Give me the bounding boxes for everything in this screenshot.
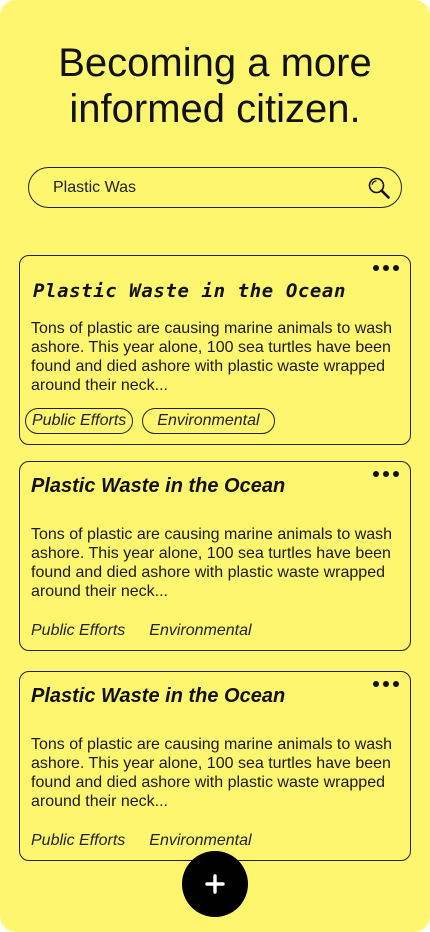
search-icon[interactable] xyxy=(367,176,391,200)
tag-list: Public Efforts Environmental xyxy=(31,832,252,850)
article-title: Plastic Waste in the Ocean xyxy=(33,280,347,302)
tag-label[interactable]: Environmental xyxy=(149,832,251,850)
add-article-button[interactable] xyxy=(182,851,248,917)
page-title: Becoming a more informed citizen. xyxy=(0,40,430,132)
article-summary: Tons of plastic are causing marine anima… xyxy=(31,736,393,810)
tag-list: Public Efforts Environmental xyxy=(31,622,252,640)
tag-label[interactable]: Public Efforts xyxy=(31,832,125,850)
tag-label[interactable]: Environmental xyxy=(149,622,251,640)
app-screen: Becoming a more informed citizen. Plasti… xyxy=(0,0,430,932)
more-dots-icon[interactable] xyxy=(373,264,399,272)
more-dots-icon[interactable] xyxy=(373,470,399,478)
search-input[interactable] xyxy=(53,168,353,207)
article-summary: Tons of plastic are causing marine anima… xyxy=(31,526,393,600)
article-title: Plastic Waste in the Ocean xyxy=(31,475,286,497)
article-card[interactable]: Plastic Waste in the Ocean Tons of plast… xyxy=(19,255,411,445)
tag-label[interactable]: Public Efforts xyxy=(31,622,125,640)
plus-icon xyxy=(205,874,225,894)
tag-list: Public Efforts Environmental xyxy=(25,408,275,434)
search-bar xyxy=(28,167,402,208)
tag-chip[interactable]: Public Efforts xyxy=(25,408,134,434)
article-card[interactable]: Plastic Waste in the Ocean Tons of plast… xyxy=(19,671,411,861)
article-card[interactable]: Plastic Waste in the Ocean Tons of plast… xyxy=(19,461,411,651)
tag-chip[interactable]: Environmental xyxy=(142,408,275,434)
page-title-line-2: informed citizen. xyxy=(69,87,361,131)
more-dots-icon[interactable] xyxy=(373,680,399,688)
article-title: Plastic Waste in the Ocean xyxy=(31,685,286,707)
page-title-line-1: Becoming a more xyxy=(58,41,372,85)
article-summary: Tons of plastic are causing marine anima… xyxy=(31,320,393,394)
